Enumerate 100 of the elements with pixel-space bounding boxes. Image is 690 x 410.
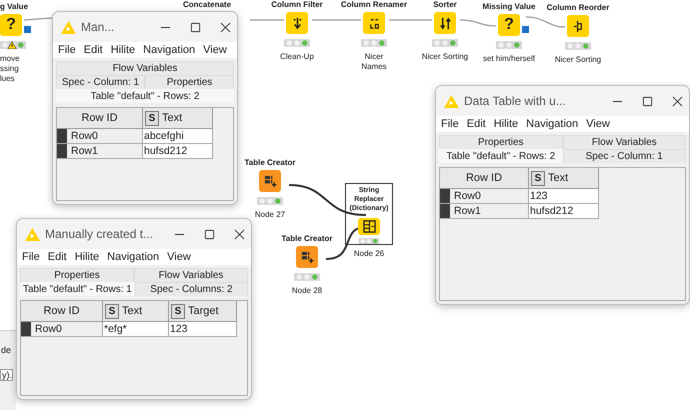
- close-icon[interactable]: [234, 228, 245, 240]
- connection-line: [526, 16, 566, 28]
- menu-item[interactable]: Navigation: [526, 118, 578, 130]
- node-label: ssing: [0, 64, 19, 74]
- row-id-cell-text: Row1: [453, 205, 481, 217]
- tab[interactable]: Flow Variables: [562, 135, 686, 149]
- tab[interactable]: Spec - Column: 1: [562, 149, 686, 163]
- rename-icon: [368, 16, 380, 30]
- node-label: Nicer Sorting: [554, 55, 602, 65]
- menu-item[interactable]: Hilite: [494, 118, 518, 130]
- node-box[interactable]: [363, 12, 385, 34]
- flow-variable-port-icon: [522, 26, 529, 33]
- triangle-logo-icon: [61, 20, 76, 34]
- node-title: g Value: [0, 2, 28, 12]
- table-plus-icon: [300, 250, 314, 264]
- maximize-icon[interactable]: [642, 96, 653, 106]
- tab[interactable]: Properties: [439, 135, 562, 149]
- menu-item[interactable]: Edit: [466, 118, 486, 130]
- column-header-label: Row ID: [464, 172, 504, 184]
- node-box[interactable]: ?: [498, 14, 520, 36]
- table-cell: hufsd212: [143, 144, 213, 159]
- node-box[interactable]: [296, 246, 318, 268]
- node-box[interactable]: ?: [0, 14, 22, 36]
- menu-item[interactable]: Hilite: [110, 44, 136, 56]
- menu-item[interactable]: Navigation: [143, 44, 196, 56]
- row-marker-icon: [57, 144, 67, 158]
- node-box[interactable]: [567, 15, 589, 37]
- node-title: Sorter: [433, 0, 457, 10]
- column-header-label: Text: [548, 172, 568, 184]
- node-title: Missing Value: [482, 2, 536, 12]
- column-header-label: Text: [122, 305, 142, 317]
- column-header[interactable]: S Text: [143, 108, 213, 129]
- question-mark: ?: [504, 17, 514, 33]
- table-cell: *efg*: [103, 322, 169, 337]
- node-label: move: [0, 54, 20, 64]
- menu-item[interactable]: File: [58, 44, 76, 56]
- node-title: Column Reorder: [546, 3, 610, 13]
- node-box[interactable]: [286, 12, 308, 34]
- menu-item[interactable]: Edit: [48, 251, 67, 263]
- table-cell: 123: [529, 189, 599, 204]
- row-id-cell-text: Row0: [70, 130, 98, 142]
- node-box[interactable]: [434, 12, 456, 34]
- tab[interactable]: Spec - Columns: 2: [134, 282, 248, 296]
- menu-item[interactable]: Edit: [84, 44, 103, 56]
- window-title: Data Table with u...: [464, 94, 567, 108]
- maximize-icon[interactable]: [204, 228, 215, 240]
- node-box[interactable]: [259, 170, 281, 192]
- row-id-cell-text: Row0: [453, 190, 481, 202]
- column-header[interactable]: Row ID: [57, 108, 143, 129]
- tab[interactable]: Table "default" - Rows: 2: [56, 89, 234, 103]
- node-box[interactable]: [358, 218, 380, 235]
- node-label: Nicer: [364, 52, 384, 62]
- menu-item[interactable]: View: [203, 44, 227, 56]
- flow-variable-port-icon: [24, 26, 31, 33]
- connection-line: [312, 19, 361, 21]
- menu-item[interactable]: Hilite: [74, 251, 100, 263]
- node-title: Column Filter: [271, 0, 323, 10]
- column-header[interactable]: S Text: [529, 168, 599, 189]
- close-icon[interactable]: [220, 22, 231, 32]
- replace-table-icon: [362, 220, 376, 233]
- close-icon[interactable]: [672, 96, 683, 106]
- tab[interactable]: Properties: [20, 268, 134, 282]
- table-cell: 123: [169, 322, 237, 337]
- connection-line: [460, 19, 496, 27]
- menu-item[interactable]: View: [586, 118, 610, 130]
- menu-item[interactable]: File: [441, 118, 459, 130]
- node-label: Nicer Sorting: [422, 52, 468, 62]
- triangle-logo-icon: [25, 228, 40, 240]
- tab[interactable]: Table "default" - Rows: 2: [439, 149, 562, 163]
- menu-item[interactable]: View: [167, 251, 191, 263]
- node-label: Names: [361, 62, 387, 72]
- table-cell: abcefghi: [143, 129, 213, 144]
- maximize-icon[interactable]: [190, 22, 201, 32]
- window-title: Manually created t...: [45, 227, 154, 241]
- reorder-column-icon: [572, 20, 584, 32]
- column-header-label: Text: [162, 112, 182, 124]
- row-marker-icon: [440, 204, 450, 218]
- table-cell: hufsd212: [529, 204, 599, 219]
- node-title: Concatenate: [183, 0, 232, 9]
- column-header[interactable]: Row ID: [440, 168, 529, 189]
- node-label: set him/herself: [482, 54, 536, 64]
- tab[interactable]: Flow Variables: [134, 268, 248, 282]
- column-header[interactable]: S Target: [169, 301, 237, 322]
- console-text: de: [0, 345, 12, 355]
- string-type-icon: S: [171, 304, 185, 318]
- menu-item[interactable]: File: [22, 251, 40, 263]
- connection-line: [24, 17, 52, 21]
- sort-arrows-icon: [438, 16, 452, 30]
- node-title: Table Creator: [282, 234, 332, 244]
- tab[interactable]: Properties: [145, 75, 234, 89]
- tab[interactable]: Spec - Column: 1: [56, 75, 145, 89]
- triangle-logo-icon: [444, 94, 459, 108]
- row-marker-icon: [57, 129, 67, 143]
- column-header[interactable]: S Text: [103, 301, 169, 322]
- menu-item[interactable]: Navigation: [107, 251, 160, 263]
- tab[interactable]: Table "default" - Rows: 1: [20, 282, 135, 296]
- column-header[interactable]: Row ID: [21, 301, 103, 322]
- tab[interactable]: Flow Variables: [56, 61, 234, 75]
- string-type-icon: S: [531, 170, 545, 186]
- table-plus-icon: [264, 174, 276, 188]
